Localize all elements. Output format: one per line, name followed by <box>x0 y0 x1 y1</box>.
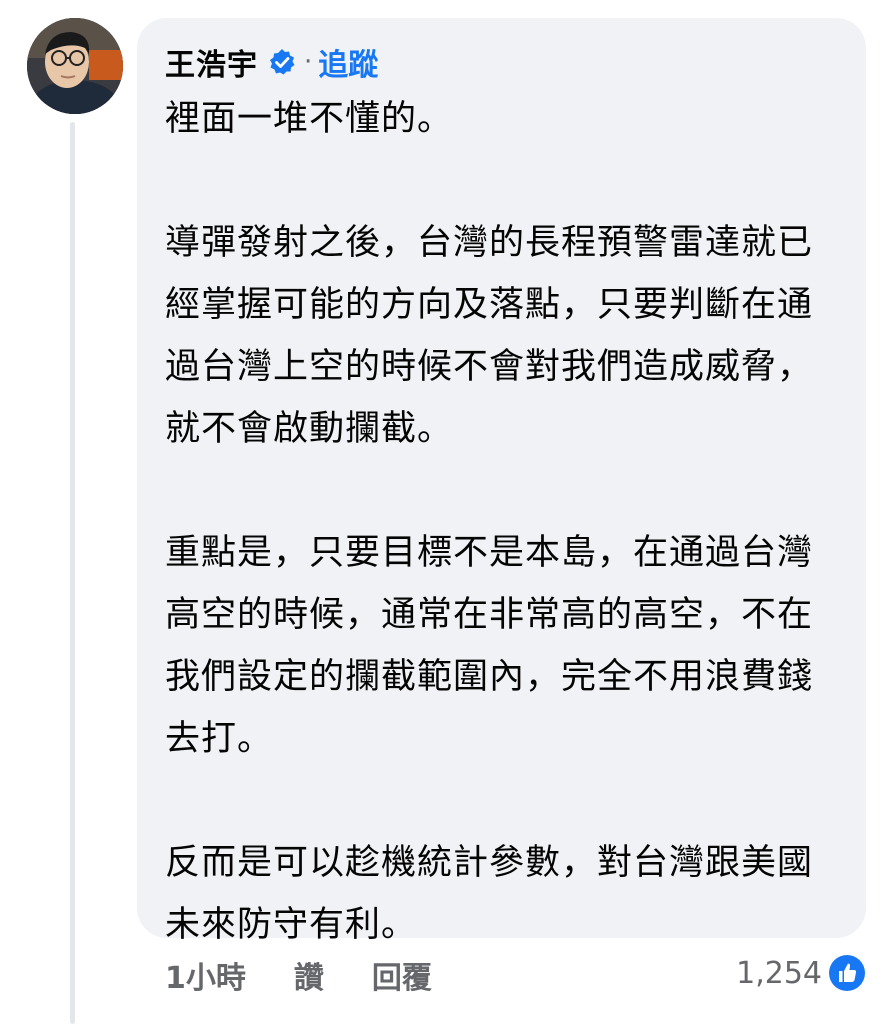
comment-paragraph: 反而是可以趁機統計參數，對台灣跟美國未來防守有利。 <box>165 843 814 945</box>
comment-thread: 王浩宇 · 追蹤 裡面一堆不懂的。 導彈發射之後，台灣的長程預警雷達就已經掌握可… <box>0 0 895 1024</box>
avatar-image <box>27 18 123 114</box>
comment-paragraph: 裡面一堆不懂的。 <box>165 99 454 139</box>
like-icon <box>828 954 866 992</box>
timestamp[interactable]: 1小時 <box>165 953 246 997</box>
reaction-summary[interactable]: 1,254 <box>736 950 866 996</box>
comment-actions: 1小時 讚 回覆 <box>165 952 432 998</box>
reply-button[interactable]: 回覆 <box>372 953 432 997</box>
reaction-count: 1,254 <box>736 955 822 991</box>
comment-paragraph: 導彈發射之後，台灣的長程預警雷達就已經掌握可能的方向及落點，只要判斷在通過台灣上… <box>165 223 814 449</box>
verified-badge-icon <box>268 48 296 76</box>
author-name[interactable]: 王浩宇 <box>165 40 258 84</box>
like-button[interactable]: 讚 <box>294 953 324 997</box>
follow-button[interactable]: 追蹤 <box>318 40 378 84</box>
avatar[interactable] <box>27 18 123 114</box>
comment-header: 王浩宇 · 追蹤 <box>165 40 840 84</box>
comment-text: 裡面一堆不懂的。 導彈發射之後，台灣的長程預警雷達就已經掌握可能的方向及落點，只… <box>165 88 840 956</box>
separator-dot: · <box>304 47 313 77</box>
thread-line <box>70 122 75 1024</box>
comment-bubble: 王浩宇 · 追蹤 裡面一堆不懂的。 導彈發射之後，台灣的長程預警雷達就已經掌握可… <box>137 18 866 945</box>
comment-paragraph: 重點是，只要目標不是本島，在通過台灣高空的時候，通常在非常高的高空，不在我們設定… <box>165 533 814 759</box>
